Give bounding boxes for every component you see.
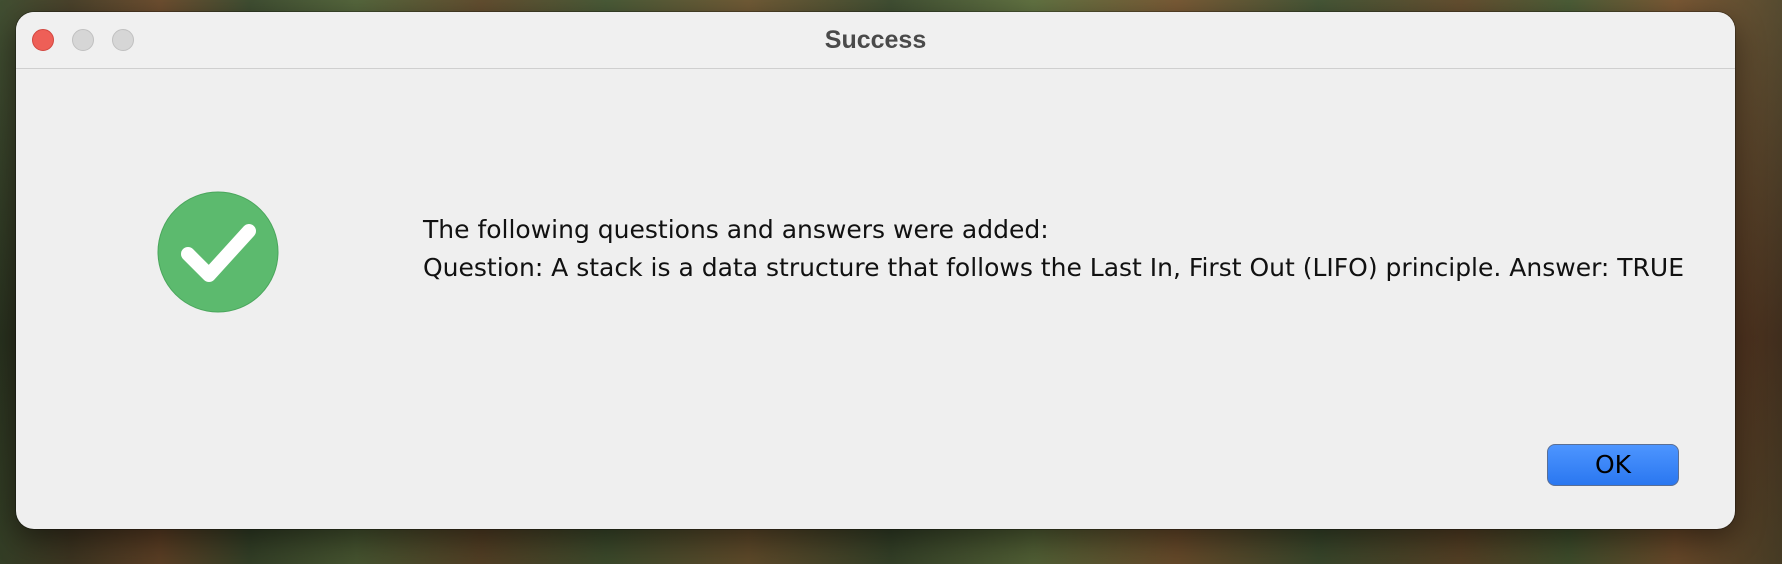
checkmark-circle-icon [157, 191, 279, 313]
ok-button[interactable]: OK [1547, 444, 1679, 486]
message-line: Question: A stack is a data structure th… [423, 253, 1685, 282]
message-line: The following questions and answers were… [423, 215, 1049, 244]
dialog-message: The following questions and answers were… [423, 211, 1684, 287]
title-bar: Success [16, 12, 1735, 69]
dialog-title: Success [824, 26, 927, 54]
success-dialog: Success The following questions and answ… [16, 12, 1735, 529]
